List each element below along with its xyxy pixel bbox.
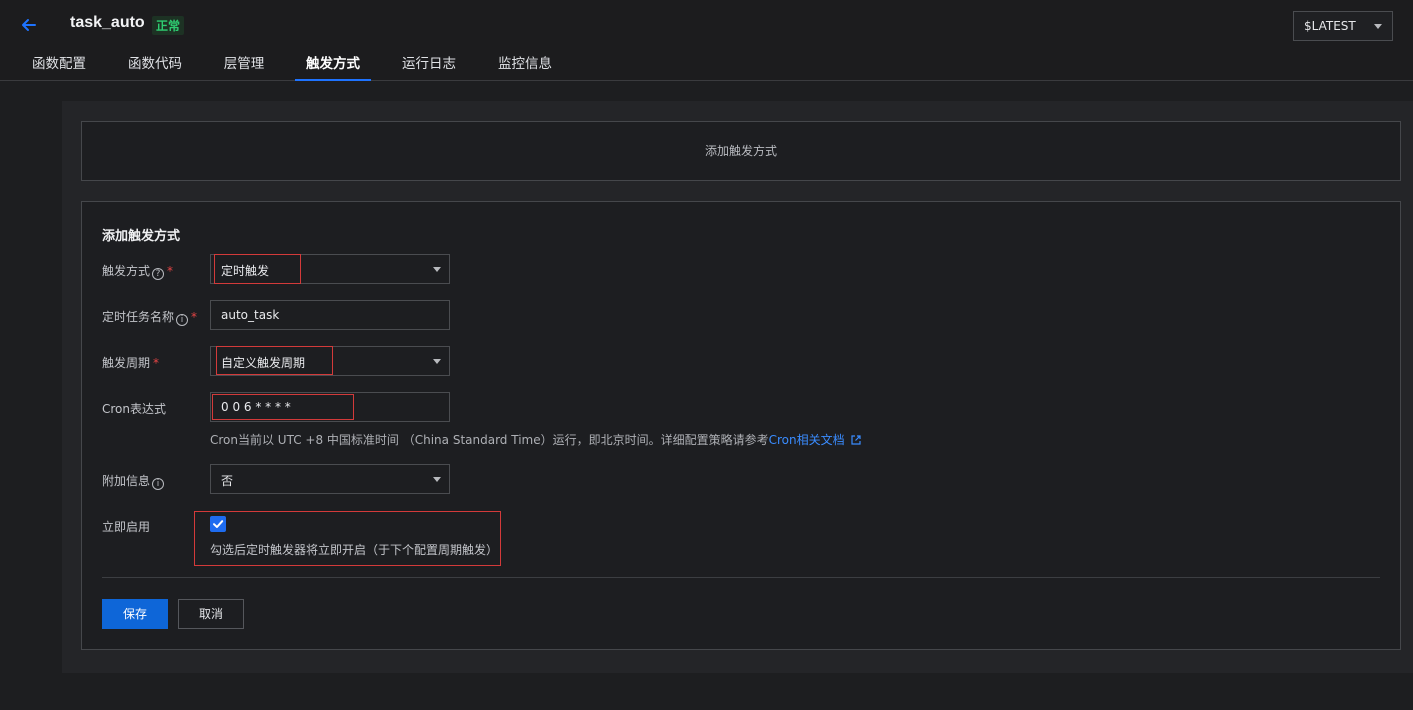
tab-run-logs[interactable]: 运行日志 [401, 52, 457, 81]
add-trigger-button[interactable]: 添加触发方式 [81, 121, 1401, 181]
chevron-down-icon [433, 359, 441, 364]
cron-input[interactable]: 0 0 6 * * * * [210, 392, 450, 422]
tab-monitoring[interactable]: 监控信息 [497, 52, 553, 81]
chevron-down-icon [433, 267, 441, 272]
external-link-icon[interactable] [851, 434, 862, 448]
cron-value: 0 0 6 * * * * [221, 400, 291, 414]
version-select[interactable]: $LATEST [1293, 11, 1393, 41]
task-name-input[interactable]: auto_task [210, 300, 450, 330]
info-icon[interactable]: i [176, 314, 189, 326]
cron-hint: Cron当前以 UTC +8 中国标准时间 （China Standard Ti… [210, 431, 862, 448]
trigger-type-label: 触发方式? * [102, 262, 173, 280]
period-label-text: 触发周期 [102, 356, 151, 370]
save-button[interactable]: 保存 [102, 599, 168, 629]
trigger-type-value: 定时触发 [221, 264, 270, 278]
period-label: 触发周期 * [102, 354, 159, 371]
cron-label: Cron表达式 [102, 400, 166, 417]
cron-label-text: Cron表达式 [102, 402, 166, 416]
tab-function-config[interactable]: 函数配置 [31, 52, 87, 81]
required-mark: * [167, 264, 174, 278]
required-mark: * [191, 310, 198, 324]
task-name-label: 定时任务名称 i * [102, 308, 197, 326]
period-value: 自定义触发周期 [221, 356, 306, 370]
required-mark: * [153, 356, 160, 370]
period-select[interactable]: 自定义触发周期 [210, 346, 450, 376]
task-name-label-text: 定时任务名称 [102, 310, 175, 324]
tab-layer-management[interactable]: 层管理 [223, 52, 265, 81]
version-value: $LATEST [1304, 19, 1356, 33]
extra-info-value: 否 [221, 474, 234, 488]
cron-docs-link[interactable]: Cron相关文档 [769, 433, 845, 447]
help-icon[interactable]: ? [152, 268, 165, 280]
extra-info-label: 附加信息 i [102, 472, 165, 490]
top-bar: task_auto 正常 $LATEST 函数配置 函数代码 层管理 触发方式 … [0, 0, 1413, 81]
enable-now-hint: 勾选后定时触发器将立即开启（于下个配置周期触发） [210, 543, 499, 557]
cancel-button[interactable]: 取消 [178, 599, 244, 629]
divider [102, 577, 1380, 578]
form-title: 添加触发方式 [102, 229, 181, 244]
chevron-down-icon [433, 477, 441, 482]
enable-now-label: 立即启用 [102, 520, 151, 534]
status-badge: 正常 [152, 16, 185, 35]
chevron-down-icon [1374, 24, 1382, 29]
extra-info-select[interactable]: 否 [210, 464, 450, 494]
cron-hint-text: Cron当前以 UTC +8 中国标准时间 （China Standard Ti… [210, 433, 769, 447]
function-title: task_auto [70, 14, 145, 31]
check-icon [213, 520, 224, 528]
trigger-type-select[interactable]: 定时触发 [210, 254, 450, 284]
enable-now-checkbox[interactable] [210, 516, 226, 532]
extra-info-label-text: 附加信息 [102, 474, 151, 488]
back-arrow-icon[interactable] [18, 14, 40, 36]
tab-function-code[interactable]: 函数代码 [127, 52, 183, 81]
info-icon[interactable]: i [152, 478, 165, 490]
task-name-value: auto_task [221, 308, 280, 322]
tab-trigger-method[interactable]: 触发方式 [295, 52, 371, 81]
trigger-type-label-text: 触发方式 [102, 264, 151, 278]
